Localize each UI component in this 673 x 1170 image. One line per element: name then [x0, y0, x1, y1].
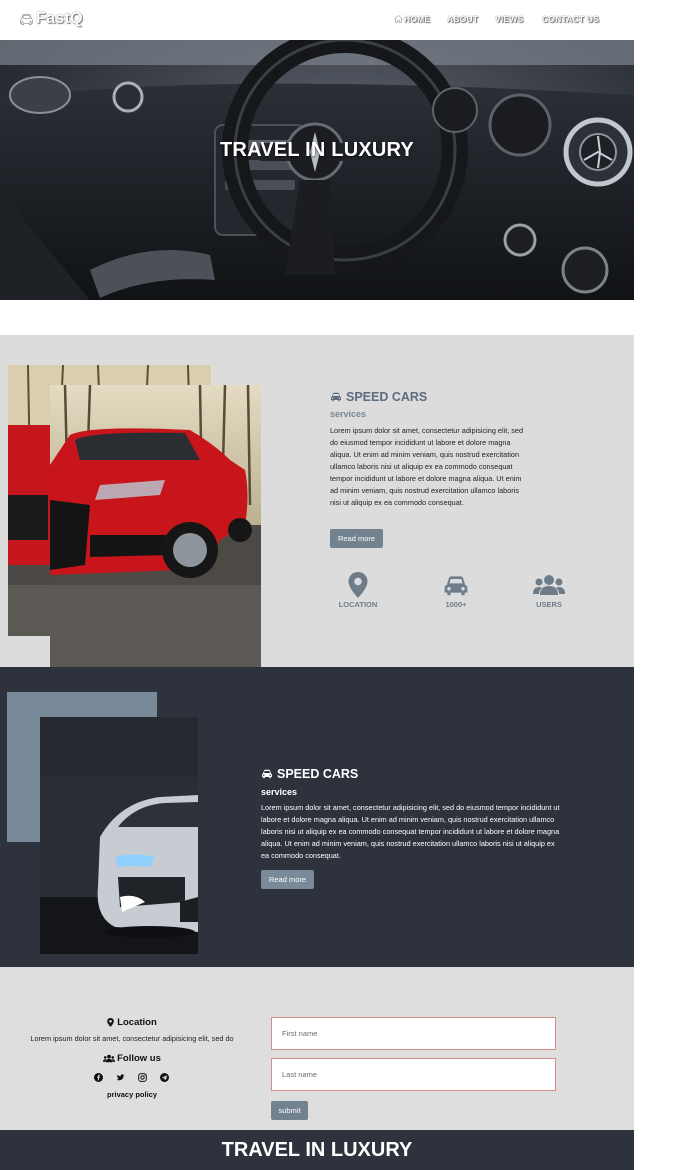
nav-home-label: HOME [404, 14, 431, 24]
services-section-light: SPEED CARS services Lorem ipsum dolor si… [0, 335, 634, 667]
privacy-policy-link[interactable]: privacy policy [0, 1090, 264, 1099]
stat-location-label: LOCATION [338, 600, 378, 609]
services-section-dark: SPEED CARS services Lorem ipsum dolor si… [0, 667, 634, 967]
nav-views[interactable]: VIEWS [495, 14, 523, 24]
stat-users: USERS [514, 572, 584, 609]
instagram-icon[interactable] [138, 1073, 147, 1082]
follow-us-heading: Follow us [0, 1053, 264, 1064]
nav-about-label: ABOUT [447, 14, 479, 24]
car-icon [20, 13, 33, 25]
section1-subtitle: services [330, 409, 367, 419]
car-icon [262, 769, 272, 779]
stat-location: LOCATION [323, 572, 393, 609]
red-car-image-front [50, 385, 261, 667]
submit-button[interactable]: submit [271, 1101, 308, 1120]
users-icon [103, 1054, 116, 1063]
brand-name: FastQ [36, 10, 83, 27]
top-navbar: FastQ HOME ABOUT VIEWS CONTACT US [0, 0, 634, 40]
footer: TRAVEL IN LUXURY [0, 1130, 634, 1170]
section1-read-more-button[interactable]: Read more [330, 529, 383, 548]
nav-contact-us[interactable]: CONTACT US [542, 14, 599, 24]
section2-title-text: SPEED CARS [277, 767, 359, 781]
section2-title: SPEED CARS [261, 767, 358, 781]
nav-about[interactable]: ABOUT [447, 14, 478, 24]
stat-cars: 1000+ [421, 572, 491, 609]
last-name-input[interactable] [271, 1058, 556, 1091]
users-icon [533, 575, 565, 595]
car-icon [331, 392, 341, 402]
section2-subtitle: services [261, 787, 298, 797]
section1-title: SPEED CARS [330, 390, 427, 404]
hero-title: TRAVEL IN LUXURY [220, 139, 414, 161]
map-marker-icon [107, 1018, 114, 1027]
telegram-icon[interactable] [160, 1073, 169, 1082]
footer-title: TRAVEL IN LUXURY [221, 1139, 413, 1161]
first-name-input[interactable] [271, 1017, 556, 1050]
nav-home[interactable]: HOME [394, 14, 430, 24]
white-car-image [40, 717, 198, 954]
hero-banner: TRAVEL IN LUXURY [0, 40, 634, 300]
location-text: Lorem ipsum dolor sit amet, consectetur … [30, 1034, 234, 1043]
section2-body: Lorem ipsum dolor sit amet, consectetur … [261, 803, 560, 860]
nav-contact-label: CONTACT US [542, 14, 600, 24]
twitter-icon[interactable] [116, 1073, 125, 1082]
section1-body: Lorem ipsum dolor sit amet, consectetur … [330, 426, 524, 507]
car-icon [444, 576, 468, 596]
stat-users-label: USERS [536, 600, 562, 609]
contact-section: Location Lorem ipsum dolor sit amet, con… [0, 967, 634, 1130]
section2-read-more-button[interactable]: Read more [261, 870, 314, 889]
follow-us-heading-text: Follow us [117, 1053, 161, 1064]
home-icon [394, 15, 403, 23]
hero-image-car-interior [0, 40, 634, 300]
brand-logo[interactable]: FastQ [19, 10, 83, 28]
location-heading: Location [0, 1017, 264, 1028]
facebook-icon[interactable] [94, 1073, 103, 1082]
location-heading-text: Location [117, 1017, 157, 1028]
social-links [94, 1073, 169, 1082]
map-marker-icon [348, 572, 368, 598]
section1-title-text: SPEED CARS [346, 390, 428, 404]
stat-cars-label: 1000+ [445, 600, 467, 609]
nav-views-label: VIEWS [495, 14, 524, 24]
